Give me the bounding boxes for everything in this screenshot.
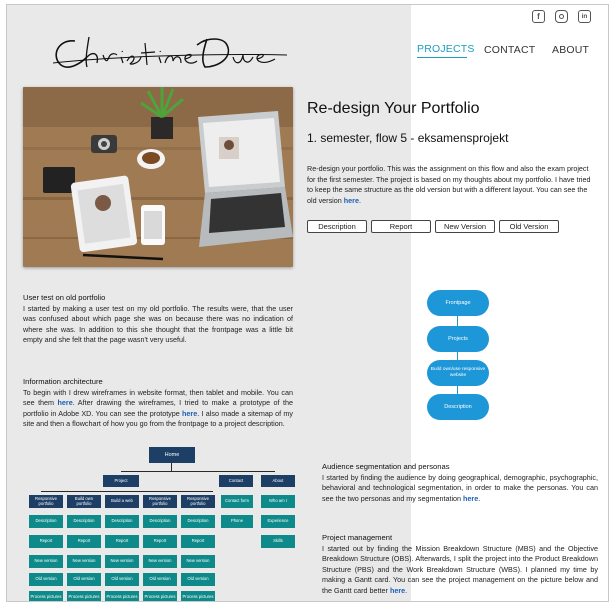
page-frame: f in PROJECTS CONTACT ABOUT Re-design Yo… bbox=[6, 4, 609, 602]
audience-section: Audience segmentation and personas I sta… bbox=[322, 462, 598, 504]
wireframes-link[interactable]: here bbox=[58, 398, 73, 407]
flow-node-description: Description bbox=[427, 394, 489, 420]
audience-heading: Audience segmentation and personas bbox=[322, 462, 450, 471]
report-button[interactable]: Report bbox=[371, 220, 431, 233]
sitemap-contact-item: Contact form bbox=[221, 495, 253, 508]
sitemap-subpage-node: Old version bbox=[67, 573, 101, 586]
nav-about[interactable]: ABOUT bbox=[552, 44, 589, 56]
sitemap-connector bbox=[121, 471, 275, 472]
page-title: Re-design Your Portfolio bbox=[307, 100, 480, 117]
sitemap-subpage-node: Report bbox=[29, 535, 63, 548]
info-arch-heading: Information architecture bbox=[23, 377, 103, 386]
sitemap-subpage-node: Old version bbox=[143, 573, 177, 586]
gantt-link[interactable]: here bbox=[390, 586, 405, 595]
old-version-link[interactable]: here bbox=[344, 196, 359, 205]
facebook-icon[interactable]: f bbox=[532, 10, 545, 23]
instagram-icon[interactable] bbox=[555, 10, 568, 23]
sitemap-home: Home bbox=[149, 447, 195, 463]
intro-end: . bbox=[358, 195, 361, 205]
sitemap-subpage-node: Description bbox=[181, 515, 215, 528]
sitemap-about: About bbox=[261, 475, 295, 487]
pm-heading: Project management bbox=[322, 533, 393, 542]
sitemap-subpage-node: New version bbox=[181, 555, 215, 568]
sitemap-project-node: Responsive portfolio bbox=[29, 495, 63, 508]
info-arch-text: To begin with I drew wireframes in websi… bbox=[23, 388, 293, 430]
pm-end: . bbox=[405, 585, 408, 595]
flow-node-projects: Projects bbox=[427, 326, 489, 352]
sitemap-subpage-node: Process pictures bbox=[181, 591, 215, 601]
sitemap-subpage-node: Description bbox=[67, 515, 101, 528]
sitemap-contact-item: Phone bbox=[221, 515, 253, 528]
sitemap-subpage-node: New version bbox=[105, 555, 139, 568]
sitemap-subpage-node: Report bbox=[67, 535, 101, 548]
user-test-heading: User test on old portfolio bbox=[23, 293, 106, 302]
sitemap-subpage-node: Process pictures bbox=[143, 591, 177, 601]
sitemap-connector bbox=[41, 491, 213, 492]
sitemap-subpage-node: Old version bbox=[29, 573, 63, 586]
sitemap-project-node: Build own portfolio bbox=[67, 495, 101, 508]
sitemap-project-node: Responsive portfolio bbox=[181, 495, 215, 508]
sitemap-subpage-node: New version bbox=[67, 555, 101, 568]
project-buttons: Description Report New Version Old Versi… bbox=[307, 220, 559, 233]
sitemap-subpage-node: Process pictures bbox=[67, 591, 101, 601]
sitemap-subpage-node: Process pictures bbox=[29, 591, 63, 601]
project-photo bbox=[23, 87, 293, 267]
sitemap-about-item: Experience bbox=[261, 515, 295, 528]
prototype-link[interactable]: here bbox=[182, 409, 197, 418]
sitemap-subpage-node: New version bbox=[143, 555, 177, 568]
pm-section: Project management I started out by find… bbox=[322, 533, 598, 597]
sitemap-subpage-node: Old version bbox=[181, 573, 215, 586]
personas-link[interactable]: here bbox=[463, 494, 478, 503]
flow-node-project: Build own/use responsive website bbox=[427, 360, 489, 386]
linkedin-icon[interactable]: in bbox=[578, 10, 591, 23]
social-links: f in bbox=[532, 10, 591, 23]
sitemap-subpage-node: Report bbox=[105, 535, 139, 548]
info-arch-section: Information architecture To begin with I… bbox=[23, 377, 293, 430]
sitemap-subpage-node: New version bbox=[29, 555, 63, 568]
sitemap-image: Home Project Contact About Responsive po… bbox=[21, 447, 303, 601]
logo-signature[interactable] bbox=[47, 27, 297, 77]
page-subtitle: 1. semester, flow 5 - eksamensprojekt bbox=[307, 131, 509, 145]
sitemap-subpage-node: Description bbox=[29, 515, 63, 528]
flow-connector bbox=[457, 316, 458, 326]
user-test-text: I started by making a user test on my ol… bbox=[23, 303, 293, 345]
audience-body: I started by finding the audience by doi… bbox=[322, 472, 598, 503]
sitemap-subpage-node: Process pictures bbox=[105, 591, 139, 601]
flowchart: Frontpage Projects Build own/use respons… bbox=[427, 290, 491, 422]
user-test-section: User test on old portfolio I started by … bbox=[23, 293, 293, 346]
old-version-button[interactable]: Old Version bbox=[499, 220, 559, 233]
nav-active-underline bbox=[417, 57, 467, 58]
sitemap-subpage-node: Old version bbox=[105, 573, 139, 586]
description-button[interactable]: Description bbox=[307, 220, 367, 233]
sitemap-about-item: Skills bbox=[261, 535, 295, 548]
flow-node-frontpage: Frontpage bbox=[427, 290, 489, 316]
project-intro: Re-design your portfolio. This was the a… bbox=[307, 164, 597, 206]
sitemap-subpage-node: Description bbox=[105, 515, 139, 528]
nav-projects[interactable]: PROJECTS bbox=[417, 43, 475, 55]
sitemap-project-node: Responsive portfolio bbox=[143, 495, 177, 508]
audience-text: I started by finding the audience by doi… bbox=[322, 473, 598, 505]
nav-contact[interactable]: CONTACT bbox=[484, 44, 535, 56]
sitemap-contact: Contact bbox=[219, 475, 253, 487]
pm-body: I started out by finding the Mission Bre… bbox=[322, 543, 598, 595]
sitemap-subpage-node: Description bbox=[143, 515, 177, 528]
pm-text: I started out by finding the Mission Bre… bbox=[322, 544, 598, 597]
sitemap-projects: Project bbox=[103, 475, 139, 487]
sitemap-connector bbox=[171, 463, 172, 471]
sitemap-subpage-node: Report bbox=[143, 535, 177, 548]
flow-connector bbox=[457, 352, 458, 360]
flow-connector bbox=[457, 386, 458, 394]
sitemap-subpage-node: Report bbox=[181, 535, 215, 548]
new-version-button[interactable]: New Version bbox=[435, 220, 495, 233]
audience-end: . bbox=[478, 493, 481, 503]
sitemap-about-item: Who am I bbox=[261, 495, 295, 508]
sitemap-project-node: Build a web bbox=[105, 495, 139, 508]
